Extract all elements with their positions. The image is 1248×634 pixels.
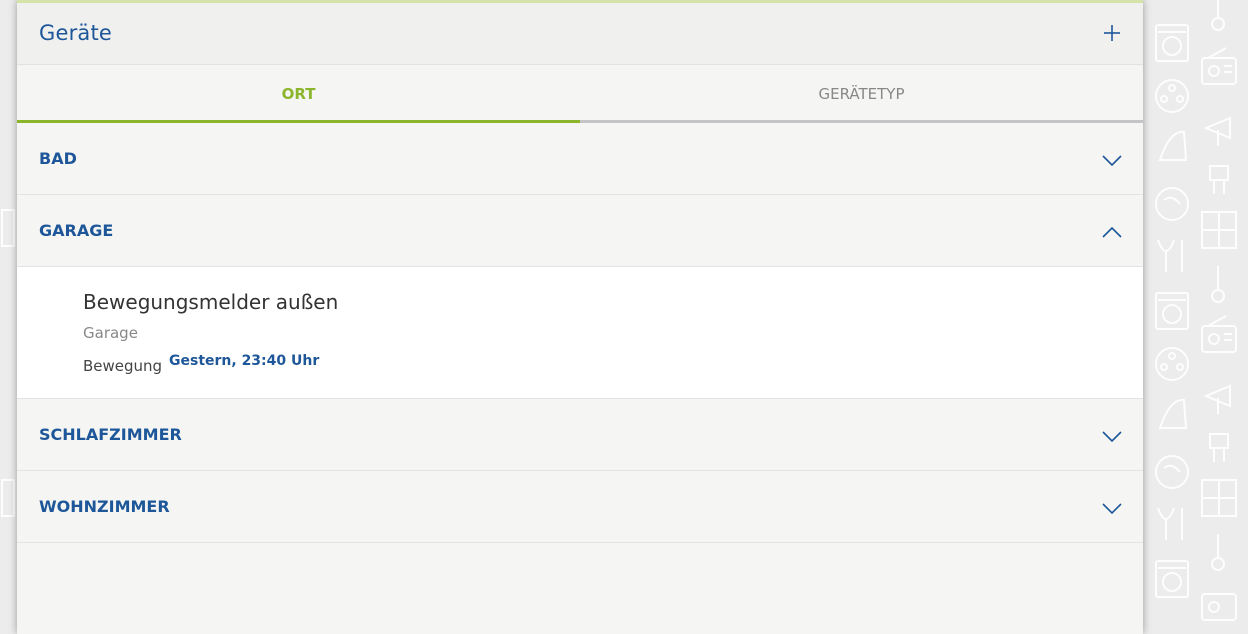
fishbowl-icon (1155, 187, 1189, 221)
thermometer-icon (1211, 0, 1225, 31)
tab-ort[interactable]: ORT (17, 65, 580, 120)
window-icon (1201, 211, 1237, 249)
section-label: GARAGE (39, 221, 114, 240)
lamp-icon (1203, 116, 1231, 146)
radio-icon (1201, 47, 1237, 85)
plus-icon[interactable] (1099, 20, 1125, 46)
film-reel-icon (1155, 79, 1189, 113)
device-room: Garage (83, 324, 138, 342)
fishbowl-icon (1155, 455, 1189, 489)
section-label: SCHLAFZIMMER (39, 425, 182, 444)
plug-icon (1209, 433, 1229, 462)
chevron-up-icon[interactable] (1101, 221, 1123, 243)
chevron-down-icon[interactable] (1101, 149, 1123, 171)
radio-icon (1201, 593, 1237, 621)
washing-machine-icon (1155, 560, 1189, 598)
glass-fork-icon (1157, 507, 1183, 540)
glass-fork-icon (1157, 239, 1183, 272)
tab-bar: ORT GERÄTETYP (17, 65, 1143, 123)
section-garage[interactable]: GARAGE (17, 195, 1143, 267)
plug-icon (1209, 165, 1229, 194)
iron-icon (1158, 398, 1188, 429)
section-bad[interactable]: BAD (17, 123, 1143, 195)
thermometer-icon (1211, 266, 1225, 303)
thermometer-icon (1211, 534, 1225, 571)
film-reel-icon (1155, 347, 1189, 381)
devices-panel: Geräte ORT GERÄTETYP BAD GARAGE Bewegung… (17, 0, 1143, 634)
washing-machine-icon (1155, 292, 1189, 330)
window-icon (1201, 479, 1237, 517)
panel-header: Geräte (17, 3, 1143, 65)
lamp-icon (1203, 384, 1231, 414)
device-state-value: Gestern, 23:40 Uhr (169, 353, 320, 369)
tab-geraetetyp[interactable]: GERÄTETYP (580, 65, 1143, 120)
section-schlafzimmer[interactable]: SCHLAFZIMMER (17, 399, 1143, 471)
section-wohnzimmer[interactable]: WOHNZIMMER (17, 471, 1143, 543)
iron-icon (1158, 130, 1188, 161)
section-label: WOHNZIMMER (39, 497, 170, 516)
chevron-down-icon[interactable] (1101, 497, 1123, 519)
page-title: Geräte (39, 21, 113, 45)
device-name: Bewegungsmelder außen (83, 290, 339, 314)
device-card[interactable]: Bewegungsmelder außen Garage Bewegung Ge… (17, 267, 1143, 399)
radio-icon (1201, 315, 1237, 353)
chevron-down-icon[interactable] (1101, 425, 1123, 447)
washing-machine-icon (1155, 24, 1189, 62)
section-label: BAD (39, 149, 77, 168)
device-state-label: Bewegung (83, 357, 163, 375)
